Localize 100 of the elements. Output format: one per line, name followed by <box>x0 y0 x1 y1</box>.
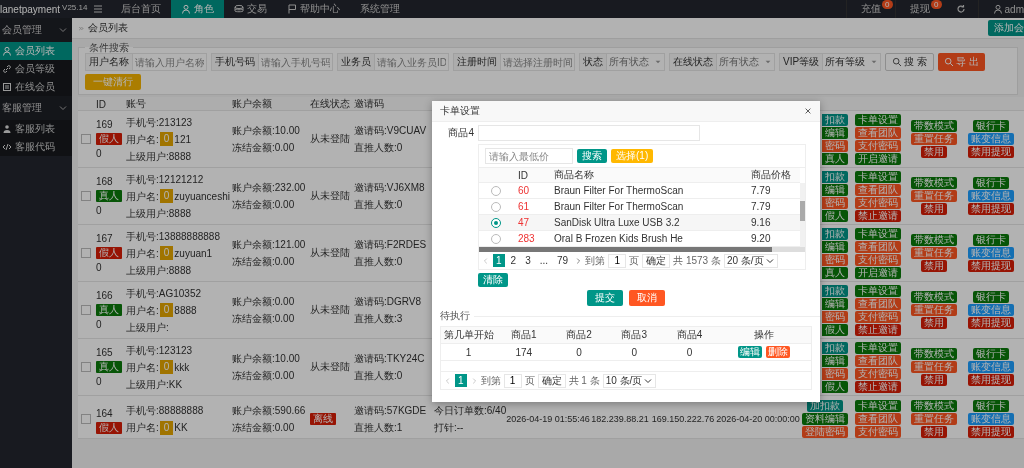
action-button[interactable]: 支付密码 <box>855 367 901 380</box>
scrollbar[interactable] <box>800 201 805 221</box>
action-button[interactable]: 重置任务 <box>911 304 957 316</box>
action-button[interactable]: 扣款 <box>822 227 848 240</box>
action-button[interactable]: 登陆密码 <box>802 426 848 438</box>
action-button[interactable]: 扣款 <box>822 341 848 354</box>
page-button[interactable]: 1 <box>493 254 505 267</box>
search-button[interactable]: 搜 索 <box>885 53 934 71</box>
page-button[interactable]: ... <box>536 254 552 267</box>
action-button[interactable]: 禁用提现 <box>968 426 1014 438</box>
action-button[interactable]: 带数模式 <box>911 400 957 412</box>
action-button[interactable]: 禁用 <box>921 203 947 215</box>
menu-group[interactable]: 会员管理 <box>0 18 72 42</box>
input-field[interactable]: 请输入用户名称 <box>133 53 207 71</box>
action-button[interactable]: 账变信息 <box>968 361 1014 373</box>
action-button[interactable]: 编辑 <box>822 240 848 253</box>
cancel-button[interactable]: 取消 <box>629 290 665 306</box>
page-button[interactable]: 1 <box>455 374 467 387</box>
sidebar-item[interactable]: 会员等级 <box>0 60 72 78</box>
action-button[interactable]: 带数模式 <box>911 348 957 360</box>
chevron-left-icon[interactable] <box>482 256 490 265</box>
menu-group[interactable]: 客服管理 <box>0 96 72 120</box>
confirm-button[interactable]: 确定 <box>642 253 671 268</box>
action-button[interactable]: 密码 <box>822 367 848 380</box>
action-button[interactable]: 扣款 <box>822 284 848 297</box>
action-button[interactable]: 支付密码 <box>855 310 901 323</box>
action-button[interactable]: 禁止邀请 <box>855 209 901 222</box>
action-button[interactable]: 删除 <box>766 346 791 358</box>
action-button[interactable]: 银行卡 <box>973 348 1009 360</box>
action-button[interactable]: 卡单设置 <box>855 284 901 297</box>
radio-button[interactable] <box>491 233 501 244</box>
radio-button[interactable] <box>491 201 501 212</box>
confirm-button[interactable]: 确定 <box>537 373 566 388</box>
input-field[interactable]: 请输入手机号码 <box>259 53 333 71</box>
clear-button[interactable]: 清除 <box>478 273 508 287</box>
nav-tab[interactable]: 后台首页 <box>111 0 172 18</box>
action-button[interactable]: 重置任务 <box>911 247 957 259</box>
page-button[interactable]: 2 <box>507 254 520 267</box>
action-button[interactable]: 银行卡 <box>973 400 1009 412</box>
page-input[interactable]: 1 <box>608 253 627 268</box>
action-button[interactable]: 真人 <box>822 266 848 279</box>
nav-tab[interactable]: 交易 <box>224 0 278 18</box>
row-checkbox[interactable] <box>81 305 91 315</box>
sidebar-item[interactable]: 会员列表 <box>0 42 72 60</box>
action-button[interactable]: 支付密码 <box>855 253 901 266</box>
action-button[interactable]: 禁用提现 <box>968 317 1014 329</box>
action-button[interactable]: 账变信息 <box>968 413 1014 425</box>
action-button[interactable]: 禁用 <box>921 374 947 386</box>
page-input[interactable]: 1 <box>503 373 522 388</box>
action-button[interactable]: 密码 <box>822 253 848 266</box>
action-button[interactable]: 银行卡 <box>973 291 1009 303</box>
sidebar-item[interactable]: 客服代码 <box>0 138 72 156</box>
scrollbar[interactable] <box>479 247 773 252</box>
action-button[interactable]: 银行卡 <box>973 234 1009 246</box>
page-size-select[interactable]: 10 条/页 <box>602 373 657 388</box>
action-button[interactable]: 加扣款 <box>807 400 843 412</box>
action-button[interactable]: 扣款 <box>822 113 848 126</box>
search-button[interactable]: 搜索 <box>577 149 607 163</box>
action-button[interactable]: 开启邀请 <box>855 152 901 165</box>
row-checkbox[interactable] <box>81 248 91 258</box>
sidebar-item[interactable]: 客服列表 <box>0 120 72 138</box>
add-button[interactable]: 添加会 <box>988 20 1024 36</box>
action-button[interactable]: 查看团队 <box>855 297 901 310</box>
input-field[interactable]: 请输入业务员ID <box>375 53 449 71</box>
action-button[interactable]: 查看团队 <box>855 126 901 139</box>
action-button[interactable]: 重置任务 <box>911 133 957 145</box>
action-button[interactable]: 卡单设置 <box>855 113 901 126</box>
action-button[interactable]: 禁用提现 <box>968 260 1014 272</box>
close-icon[interactable] <box>804 107 812 115</box>
action-button[interactable]: 禁用 <box>921 260 947 272</box>
action-button[interactable]: 假人 <box>822 323 848 336</box>
action-button[interactable]: 编辑 <box>822 297 848 310</box>
action-button[interactable]: 禁止邀请 <box>855 380 901 393</box>
action-button[interactable]: 假人 <box>822 209 848 222</box>
action-button[interactable]: 账变信息 <box>968 133 1014 145</box>
nav-tab[interactable]: 帮助中心 <box>277 0 351 18</box>
action-button[interactable]: 银行卡 <box>973 177 1009 189</box>
breadcrumb[interactable]: 会员列表 <box>88 21 128 35</box>
action-button[interactable]: 禁止邀请 <box>855 323 901 336</box>
action-button[interactable]: 查看团队 <box>855 183 901 196</box>
action-button[interactable]: 资料编辑 <box>802 413 848 425</box>
input-field[interactable] <box>478 125 700 141</box>
action-button[interactable]: 编辑 <box>738 346 763 358</box>
select-field[interactable]: 所有状态 <box>717 53 775 71</box>
row-checkbox[interactable] <box>81 191 91 201</box>
action-button[interactable]: 查看团队 <box>855 354 901 367</box>
select-field[interactable]: 所有状态 <box>607 53 665 71</box>
action-button[interactable]: 扣款 <box>822 170 848 183</box>
action-button[interactable]: 禁用 <box>921 426 947 438</box>
row-checkbox[interactable] <box>81 414 91 424</box>
action-button[interactable]: 卡单设置 <box>855 400 901 412</box>
action-button[interactable]: 账变信息 <box>968 304 1014 316</box>
action-button[interactable]: 查看团队 <box>855 413 901 425</box>
radio-button[interactable] <box>491 217 501 228</box>
action-button[interactable]: 银行卡 <box>973 120 1009 132</box>
refresh-icon[interactable] <box>955 4 966 14</box>
action-button[interactable]: 卡单设置 <box>855 341 901 354</box>
select-field[interactable]: 所有等级 <box>823 53 882 71</box>
chevron-right-icon[interactable] <box>574 256 583 265</box>
action-button[interactable]: 重置任务 <box>911 361 957 373</box>
